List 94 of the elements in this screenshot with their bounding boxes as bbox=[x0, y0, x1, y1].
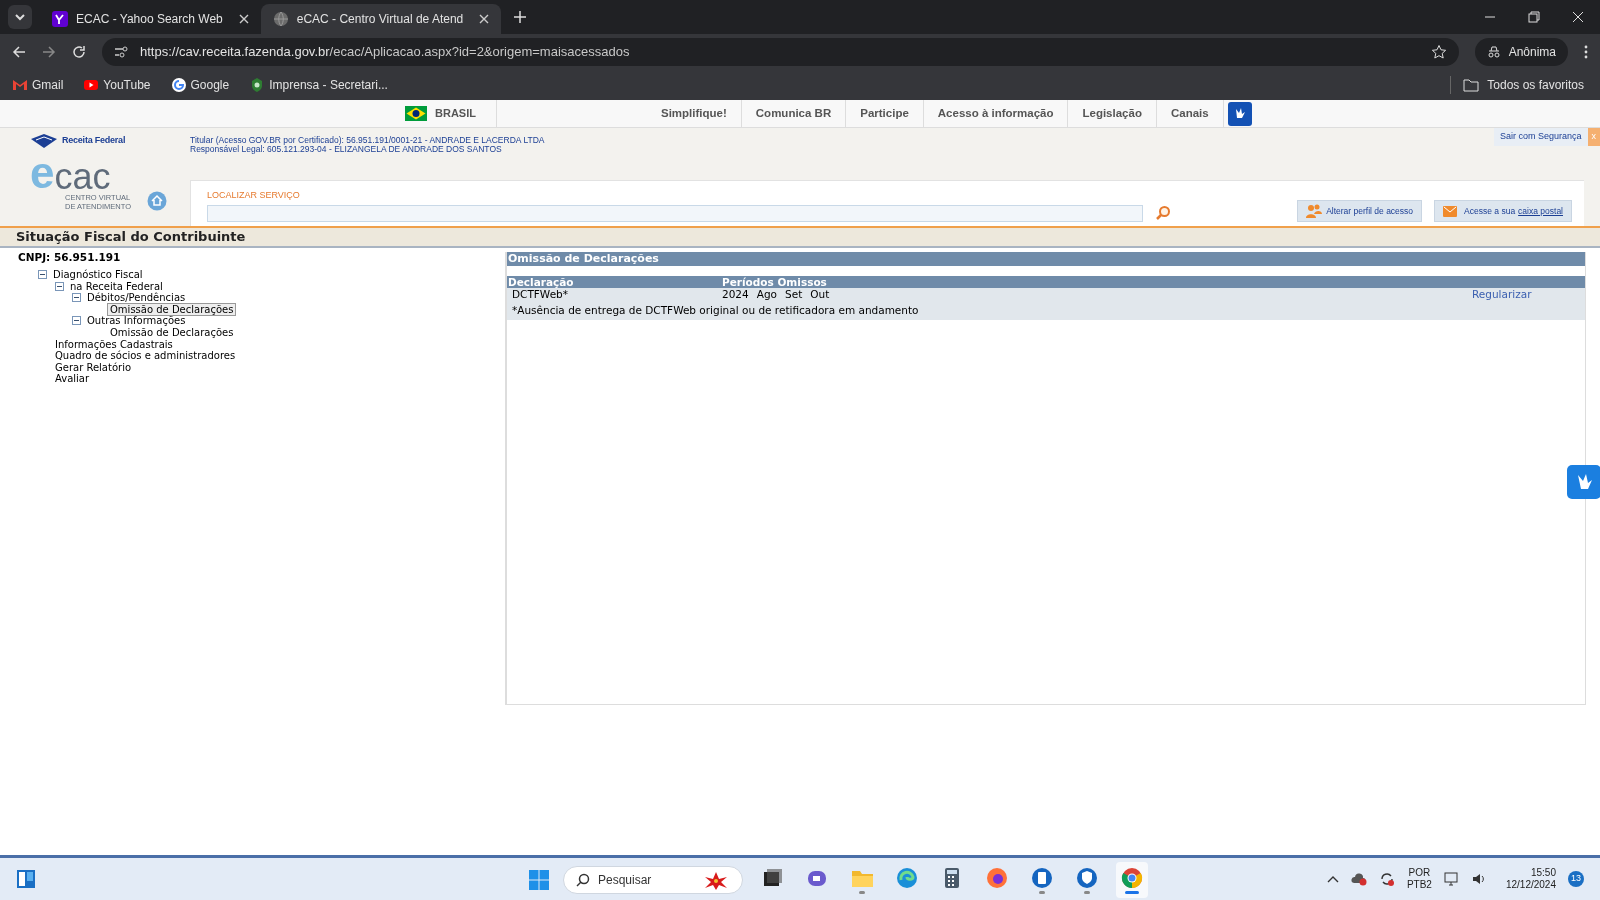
tree-item[interactable]: Informações Cadastrais bbox=[52, 337, 176, 351]
gov-nav-link[interactable]: Simplifique! bbox=[647, 100, 742, 127]
youtube-icon bbox=[83, 77, 100, 93]
bookmark-link[interactable]: YouTube bbox=[79, 76, 155, 94]
legal-representative-text: Responsável Legal: 605.121.293-04 - ELIZANGELA DE ANDRADE DOS SANTOS bbox=[190, 145, 502, 154]
yahoo-logo-icon bbox=[52, 11, 68, 27]
browser-swirl-icon bbox=[896, 866, 918, 889]
period-text: 2024 bbox=[722, 286, 749, 302]
bookmark-link[interactable]: Imprensa - Secretari... bbox=[245, 76, 392, 94]
address-bar[interactable]: https://cav.receita.fazenda.gov.br/ecac/Aplicacao.aspx?id=2&origem=maisacessados bbox=[102, 38, 1459, 66]
browser-tab[interactable]: ECAC - Yahoo Search Web bbox=[40, 4, 261, 34]
gov-nav-link[interactable]: Acesso à informação bbox=[923, 100, 1069, 127]
gov-nav-link[interactable]: Comunica BR bbox=[741, 100, 847, 127]
collapse-icon[interactable] bbox=[38, 270, 47, 280]
search-label: LOCALIZAR SERVIÇO bbox=[207, 188, 301, 202]
notification-count[interactable]: 13 bbox=[1568, 871, 1584, 887]
search-field[interactable] bbox=[207, 205, 1143, 222]
bookmark-link[interactable]: Gmail bbox=[8, 76, 68, 94]
envelope-icon bbox=[1443, 205, 1458, 217]
brand-label: BRASIL bbox=[435, 106, 476, 122]
windows-start-icon[interactable] bbox=[528, 869, 550, 891]
bookmarks-folder-link[interactable]: Todos os favoritos bbox=[1450, 76, 1592, 94]
change-profile-button[interactable]: Alterar perfil de acesso bbox=[1297, 200, 1423, 222]
ecac-logo-word: cac bbox=[54, 159, 111, 195]
agency-name: Receita Federal bbox=[62, 134, 126, 148]
gmail-icon bbox=[12, 77, 28, 93]
gov-nav-link[interactable]: Canais bbox=[1156, 100, 1224, 127]
column-header: Declaração bbox=[507, 276, 575, 288]
window-icon bbox=[761, 866, 783, 889]
globe-icon bbox=[272, 11, 289, 27]
logout-link[interactable]: Sair com Segurança bbox=[1493, 128, 1588, 146]
search-icon bbox=[576, 873, 590, 887]
back-icon[interactable] bbox=[12, 45, 26, 59]
restore-icon[interactable] bbox=[1528, 11, 1540, 23]
tree-item[interactable]: Outras Informações bbox=[84, 314, 189, 328]
tree-item[interactable]: Omissão de Declarações bbox=[107, 302, 237, 316]
bookmark-link[interactable]: Google bbox=[166, 76, 234, 94]
taskbar-search-field[interactable]: Pesquisar bbox=[563, 866, 743, 894]
people-icon bbox=[1306, 204, 1323, 218]
browser-tab[interactable]: eCAC - Centro Virtual de Atend bbox=[260, 4, 502, 34]
footnote-text: *Ausência de entrega de DCTFWeb original ou de retificadora em andamento bbox=[511, 303, 920, 318]
more-menu-icon[interactable] bbox=[1584, 45, 1588, 59]
period-text: Out bbox=[810, 286, 830, 302]
brazil-flag-icon bbox=[405, 106, 427, 121]
gov-nav-link[interactable]: Participe bbox=[846, 100, 924, 127]
reload-icon[interactable] bbox=[72, 45, 86, 59]
chevron-up-icon[interactable] bbox=[1326, 875, 1339, 883]
google-logo-icon bbox=[170, 77, 187, 93]
ecac-logo-letter: e bbox=[30, 151, 55, 195]
column-header: Períodos Omissos bbox=[722, 276, 827, 288]
tree-item[interactable]: na Receita Federal bbox=[67, 279, 166, 293]
page-title: Situação Fiscal do Contribuinte bbox=[16, 228, 246, 247]
tree-item[interactable]: Quadro de sócios e administradores bbox=[52, 349, 239, 363]
close-icon[interactable] bbox=[479, 14, 490, 24]
speaker-icon[interactable] bbox=[1471, 872, 1486, 886]
incognito-profile-button[interactable]: Anônima bbox=[1474, 38, 1568, 66]
mailbox-button[interactable]: Acesse a sua caixa postal bbox=[1434, 200, 1572, 222]
close-icon[interactable] bbox=[238, 14, 249, 24]
phone-icon bbox=[1031, 866, 1053, 889]
incognito-icon bbox=[1486, 45, 1501, 59]
new-tab-icon[interactable] bbox=[513, 10, 528, 24]
tree-item[interactable]: Avaliar bbox=[52, 372, 93, 386]
regularize-link[interactable]: Regularizar bbox=[1472, 286, 1532, 303]
gov-nav-link[interactable]: Legislação bbox=[1068, 100, 1157, 127]
tree-item[interactable]: Débitos/Pendências bbox=[84, 291, 189, 305]
shield-icon bbox=[1076, 866, 1098, 889]
collapse-icon[interactable] bbox=[72, 316, 81, 326]
collapse-icon[interactable] bbox=[72, 293, 81, 303]
input-language-indicator[interactable]: POR PTB2 bbox=[1406, 867, 1432, 891]
network-icon[interactable] bbox=[1443, 872, 1460, 886]
url-text: https://cav.receita.fazenda.gov.br/ecac/Aplicacao.aspx?id=2&origem=maisacessados bbox=[140, 43, 631, 62]
tree-item[interactable]: Gerar Relatório bbox=[52, 360, 135, 374]
star-icon[interactable] bbox=[1430, 44, 1447, 60]
sync-error-icon[interactable] bbox=[1378, 871, 1395, 887]
search-icon[interactable] bbox=[1155, 205, 1171, 221]
cnpj-text: CNPJ: 56.951.191 bbox=[18, 250, 122, 265]
tree-item[interactable]: Omissão de Declarações bbox=[107, 326, 237, 339]
clock[interactable]: 15:50 12/12/2024 bbox=[1505, 867, 1556, 891]
close-icon[interactable] bbox=[1572, 11, 1584, 23]
period-text: Set bbox=[785, 286, 803, 302]
cloud-error-icon[interactable] bbox=[1350, 872, 1367, 886]
collapse-icon[interactable] bbox=[55, 281, 64, 291]
tree-item[interactable]: Diagnóstico Fiscal bbox=[50, 268, 146, 282]
widgets-icon[interactable] bbox=[16, 869, 36, 889]
panel-title: Omissão de Declarações bbox=[507, 252, 1585, 266]
folder-icon bbox=[1463, 78, 1480, 92]
chrome-icon bbox=[1121, 866, 1143, 889]
period-text: Ago bbox=[756, 286, 777, 302]
account-holder-text: Titular (Acesso GOV.BR por Certificado): 56.951.191/0001-21 - ANDRADE E LACERDA LTDA bbox=[190, 136, 545, 145]
tab-list-icon[interactable] bbox=[8, 5, 32, 29]
forward-icon[interactable] bbox=[42, 45, 56, 59]
table-cell-text: DCTFWeb* bbox=[512, 287, 568, 302]
site-settings-icon bbox=[114, 45, 128, 59]
home-icon[interactable] bbox=[147, 191, 167, 211]
